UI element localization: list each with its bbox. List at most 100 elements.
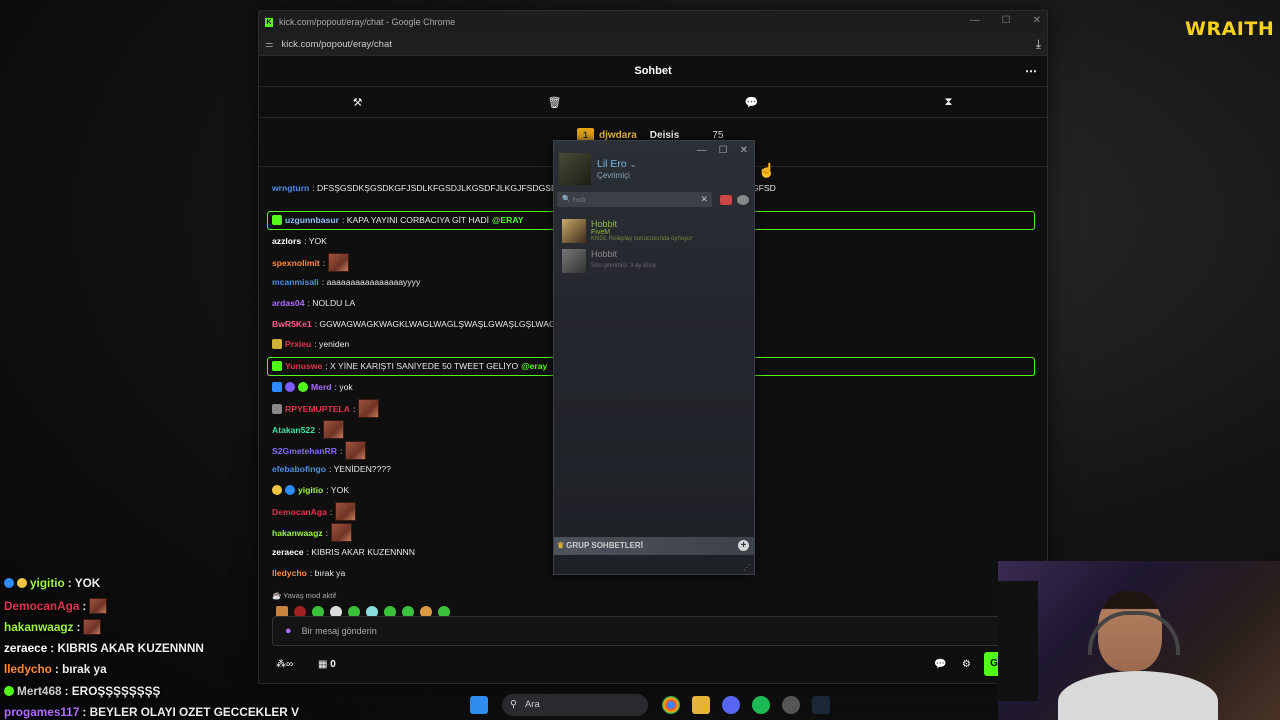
chat-username[interactable]: ardas04 [272, 298, 305, 308]
chat-username[interactable]: zeraece [272, 547, 304, 557]
chat-username[interactable]: DemocanAga [272, 507, 327, 517]
chat-text: : NOLDU LA [307, 298, 356, 308]
windows-start-icon[interactable] [470, 695, 488, 714]
friend-name: Hobbit [591, 219, 618, 229]
chat-text: : [329, 506, 333, 517]
chat-username[interactable]: S2GmetehanRR [272, 446, 337, 456]
chat-text: : KAPA YAYINI CORBACIYA GİT HADİ [341, 215, 490, 225]
chevron-down-icon[interactable]: ⌄ [630, 160, 637, 169]
chat-input-placeholder[interactable]: Bir mesaj gönderin [302, 626, 377, 636]
chat-mention[interactable]: @eray [521, 361, 547, 371]
chat-username[interactable]: azzlors [272, 236, 301, 246]
window-titlebar[interactable]: K kick.com/popout/eray/chat - Google Chr… [259, 11, 1047, 33]
add-friend-icon[interactable] [720, 195, 732, 205]
minimize-icon[interactable]: — [697, 145, 707, 156]
chat-username[interactable]: yigitio [298, 485, 323, 495]
resize-handle-icon[interactable]: ⋰ [743, 563, 751, 572]
slow-mode-notice: ☕ Yavaş mod aktif [272, 591, 336, 600]
taskbar-search[interactable]: ⚲ Ara [502, 693, 648, 716]
maximize-icon[interactable]: ☐ [719, 145, 728, 156]
chat-username[interactable]: Yunuswe [285, 361, 322, 371]
friend-search-input[interactable]: 🔍 hob ✕ [557, 192, 712, 207]
webcam-feed [998, 561, 1280, 720]
chat-message: ardas04 : NOLDU LA [272, 298, 355, 308]
maximize-icon[interactable]: ☐ [1002, 15, 1011, 26]
hammer-icon[interactable]: ⚒ [259, 96, 456, 109]
chat-text: : yok [334, 382, 353, 392]
chrome-icon[interactable] [662, 695, 680, 714]
chat-username[interactable]: RPYEMUPTELA [285, 404, 350, 414]
steam-icon[interactable] [812, 695, 830, 714]
discord-icon[interactable] [722, 695, 740, 714]
chat-username[interactable]: lledycho [272, 568, 307, 578]
chat-text: : [318, 424, 321, 435]
group-chats-header[interactable]: ♛ GRUP SOHBETLERİ + [554, 537, 754, 555]
close-icon[interactable]: ✕ [1033, 15, 1041, 26]
leader-name[interactable]: djwdara [599, 130, 637, 141]
chat-header: Sohbet ⋯ [259, 56, 1047, 87]
overlay-message: progames117 : BEYLER OLAYI OZET GECCEKLE… [4, 705, 299, 719]
chat-username[interactable]: Prxieu [285, 339, 311, 349]
chat-username[interactable]: Merd [311, 382, 332, 392]
obs-icon[interactable] [782, 695, 800, 714]
chat-input[interactable]: ● Bir mesaj gönderin [272, 616, 1038, 646]
friend-list-item[interactable]: Hobbit Son çevrimiçi: 3 ay önce [562, 249, 747, 273]
steam-avatar[interactable] [559, 153, 591, 185]
second-name[interactable]: Deisis [650, 130, 679, 141]
chat-username[interactable]: Atakan522 [272, 425, 315, 435]
chat-mention[interactable]: @ERAY [492, 215, 523, 225]
hand-cursor-icon: ☝ [758, 162, 776, 178]
steam-username[interactable]: Lil Ero ⌄ [597, 158, 636, 170]
address-bar[interactable]: ⚌ kick.com/popout/eray/chat ⤓ [259, 33, 1047, 56]
chat-username[interactable]: spexnolimit [272, 258, 320, 268]
channel-points-icon[interactable]: ⁂∞ [276, 659, 293, 670]
friend-list-item[interactable]: Hobbit FiveM KNGL Roleplay sunucusunda o… [562, 219, 747, 243]
friend-name: Hobbit [591, 249, 618, 259]
download-icon[interactable]: ⤓ [1036, 37, 1041, 52]
taskbar-search-label[interactable]: Ara [525, 699, 540, 710]
overlay-message: zeraece : KIBRIS AKAR KUZENNNN [4, 641, 204, 655]
settings-gear-icon[interactable]: ⚙ [962, 659, 971, 670]
more-options-icon[interactable]: ⋯ [1025, 56, 1037, 86]
overlay-text: : bırak ya [54, 662, 107, 676]
search-icon: 🔍 [562, 196, 571, 203]
chat-username[interactable]: hakanwaagz [272, 528, 323, 538]
moderator-badge-icon [272, 382, 282, 392]
chat-message: hakanwaagz : [272, 523, 353, 542]
microphone-icon[interactable]: ● [285, 625, 292, 637]
chat-message: uzgunnbasur : KAPA YAYINI CORBACIYA GİT … [272, 215, 524, 225]
site-info-icon[interactable]: ⚌ [265, 39, 274, 50]
chat-bubble-icon[interactable]: 💬 [653, 96, 850, 109]
chat-bubble-icon[interactable]: 💬 [934, 659, 946, 670]
file-explorer-icon[interactable] [692, 695, 710, 714]
chat-text: : aaaaaaaaaaaaaaaayyyy [321, 277, 421, 287]
trash-icon[interactable]: 🗑 [456, 96, 653, 109]
url-text[interactable]: kick.com/popout/eray/chat [282, 39, 392, 50]
chat-username[interactable]: wrngturn [272, 183, 309, 193]
minimize-icon[interactable]: — [970, 15, 980, 26]
steam-status[interactable]: Çevrimiçi [597, 171, 630, 180]
chat-text: : X YİNE KARIŞTI SANİYEDE 50 TWEET GELİY… [325, 361, 519, 371]
steam-friends-window: Lil Ero ⌄ Çevrimiçi — ☐ ✕ 🔍 hob ✕ Hobbit… [553, 140, 755, 575]
gifter-badge-icon [272, 485, 282, 495]
spotify-icon[interactable] [752, 695, 770, 714]
chat-username[interactable]: uzgunnbasur [285, 215, 339, 225]
hourglass-icon[interactable]: ⧗ [850, 96, 1047, 109]
chat-text: : YOK [304, 236, 327, 246]
overlay-username: yigitio [30, 576, 65, 590]
overlay-text: : EROŞŞŞŞŞŞŞŞ [64, 684, 161, 698]
add-group-icon[interactable]: + [738, 540, 749, 551]
chat-text: : YENİDEN???? [328, 464, 391, 474]
group-settings-icon[interactable] [737, 195, 749, 205]
chat-username[interactable]: efebabofingo [272, 464, 326, 474]
overlay-username: progames117 [4, 705, 80, 719]
close-icon[interactable]: ✕ [740, 145, 748, 156]
search-value[interactable]: hob [573, 195, 586, 204]
points-counter[interactable]: ▦ 0 [318, 659, 336, 670]
chat-username[interactable]: mcanmisali [272, 277, 319, 287]
chat-message: yigitio : YOK [272, 485, 349, 495]
clear-search-icon[interactable]: ✕ [700, 192, 708, 207]
chat-message: DemocanAga : [272, 502, 357, 521]
chat-username[interactable]: BwR5Ke1 [272, 319, 312, 329]
sub-badge-icon [4, 686, 14, 696]
